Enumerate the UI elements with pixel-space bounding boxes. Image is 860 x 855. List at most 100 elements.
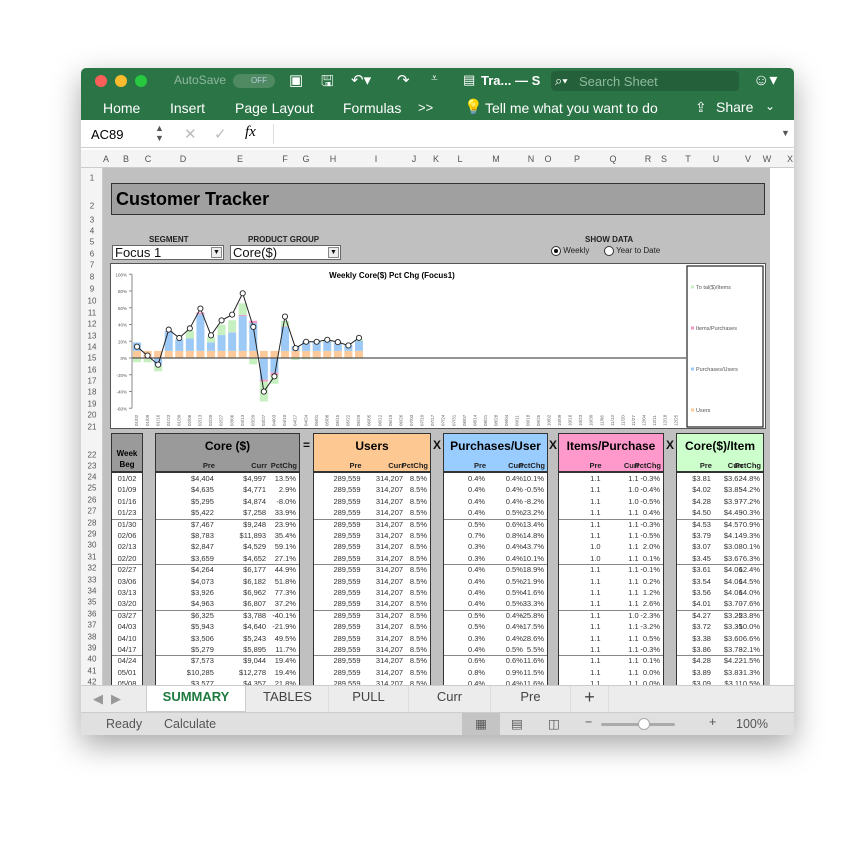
- table-cell[interactable]: 23.9%: [275, 520, 296, 529]
- table-cell[interactable]: 0.5%: [506, 599, 523, 608]
- table-cell[interactable]: $3.08: [724, 542, 743, 551]
- line-point[interactable]: [303, 338, 310, 345]
- week-cell[interactable]: 04/10: [112, 634, 142, 643]
- table-cell[interactable]: $3.07: [692, 542, 711, 551]
- week-cell[interactable]: 01/09: [112, 485, 142, 494]
- segment-dropdown[interactable]: Focus 1 ▼: [112, 245, 224, 260]
- line-point[interactable]: [133, 343, 141, 350]
- table-cell[interactable]: 51.8%: [275, 577, 296, 586]
- table-cell[interactable]: 289,559: [333, 634, 360, 643]
- table-cell[interactable]: 11.6%: [523, 656, 544, 665]
- table-cell[interactable]: $5,895: [243, 645, 266, 654]
- column-header-P[interactable]: P: [574, 154, 580, 164]
- table-cell[interactable]: 1.1: [590, 577, 600, 586]
- week-cell[interactable]: 03/27: [112, 611, 142, 620]
- save-icon[interactable]: 🖫: [321, 71, 334, 96]
- table-cell[interactable]: $5,422: [191, 508, 214, 517]
- sheet-tab-pull[interactable]: PULL: [329, 686, 409, 712]
- more-tabs-button[interactable]: >>: [418, 100, 433, 115]
- sheet-tab-pre[interactable]: Pre: [491, 686, 571, 712]
- worksheet[interactable]: Customer Tracker SEGMENT Focus 1 ▼ PRODUC…: [103, 168, 770, 685]
- table-cell[interactable]: $4,771: [243, 485, 266, 494]
- row-header-12[interactable]: 12: [81, 320, 103, 329]
- calculate-button[interactable]: Calculate: [164, 717, 216, 731]
- column-header-L[interactable]: L: [457, 154, 462, 164]
- autosave-toggle[interactable]: OFF: [233, 74, 275, 88]
- row-header-19[interactable]: 19: [81, 400, 103, 409]
- table-cell[interactable]: 1.1: [628, 645, 638, 654]
- table-cell[interactable]: 314,207: [376, 656, 403, 665]
- table-cell[interactable]: 0.1%: [643, 656, 660, 665]
- week-cell[interactable]: 03/13: [112, 588, 142, 597]
- row-header-14[interactable]: 14: [81, 343, 103, 352]
- table-cell[interactable]: 28.6%: [523, 634, 544, 643]
- week-cell[interactable]: 01/30: [112, 520, 142, 529]
- table-cell[interactable]: -0.5%: [524, 485, 544, 494]
- table-cell[interactable]: 1.1: [590, 520, 600, 529]
- table-cell[interactable]: 289,559: [333, 520, 360, 529]
- table-cell[interactable]: 0.5%: [506, 645, 523, 654]
- line-point[interactable]: [155, 361, 162, 368]
- row-header-21[interactable]: 21: [81, 423, 103, 432]
- table-cell[interactable]: 14.5%: [739, 577, 760, 586]
- table-cell[interactable]: 1.0: [590, 554, 600, 563]
- table-cell[interactable]: 1.1: [628, 588, 638, 597]
- column-header-N[interactable]: N: [528, 154, 535, 164]
- tab-page-layout[interactable]: Page Layout: [235, 100, 314, 116]
- table-cell[interactable]: 314,207: [376, 588, 403, 597]
- table-cell[interactable]: 314,207: [376, 668, 403, 677]
- table-cell[interactable]: 10.1%: [523, 554, 544, 563]
- table-cell[interactable]: 9.3%: [743, 531, 760, 540]
- column-header-M[interactable]: M: [492, 154, 500, 164]
- row-header-41[interactable]: 41: [81, 666, 103, 675]
- week-cell[interactable]: 05/01: [112, 668, 142, 677]
- table-cell[interactable]: 289,559: [333, 588, 360, 597]
- zoom-in-button[interactable]: +: [709, 715, 716, 729]
- zoom-slider[interactable]: [601, 718, 675, 730]
- column-header-A[interactable]: A: [103, 154, 109, 164]
- table-cell[interactable]: $4,264: [191, 565, 214, 574]
- row-header-36[interactable]: 36: [81, 609, 103, 618]
- table-cell[interactable]: 14.8%: [523, 531, 544, 540]
- week-cell[interactable]: 02/06: [112, 531, 142, 540]
- table-cell[interactable]: 0.4%: [506, 474, 523, 483]
- table-cell[interactable]: $4,652: [243, 554, 266, 563]
- table-cell[interactable]: 0.5%: [468, 611, 485, 620]
- table-cell[interactable]: 8.5%: [410, 645, 427, 654]
- table-cell[interactable]: 8.5%: [410, 668, 427, 677]
- table-cell[interactable]: 8.5%: [410, 622, 427, 631]
- table-cell[interactable]: 1.1: [628, 508, 638, 517]
- table-cell[interactable]: 314,207: [376, 634, 403, 643]
- table-cell[interactable]: 0.4%: [506, 554, 523, 563]
- table-cell[interactable]: -2.3%: [640, 611, 660, 620]
- row-header-29[interactable]: 29: [81, 530, 103, 539]
- column-header-Q[interactable]: Q: [609, 154, 616, 164]
- line-point[interactable]: [218, 317, 225, 324]
- table-cell[interactable]: $7,467: [191, 520, 214, 529]
- table-cell[interactable]: 11.5%: [523, 668, 544, 677]
- table-cell[interactable]: 1.1: [628, 520, 638, 529]
- table-cell[interactable]: 8.5%: [410, 588, 427, 597]
- row-header-7[interactable]: 7: [81, 261, 103, 270]
- table-cell[interactable]: 49.5%: [275, 634, 296, 643]
- table-cell[interactable]: 0.7%: [468, 531, 485, 540]
- tab-home[interactable]: Home: [103, 100, 140, 116]
- table-cell[interactable]: 289,559: [333, 645, 360, 654]
- table-cell[interactable]: 289,559: [333, 531, 360, 540]
- table-cell[interactable]: 12.4%: [739, 565, 760, 574]
- close-button[interactable]: [95, 75, 107, 87]
- week-cell[interactable]: 01/16: [112, 497, 142, 506]
- table-cell[interactable]: 289,559: [333, 668, 360, 677]
- table-cell[interactable]: -4.8%: [740, 474, 760, 483]
- normal-view-icon[interactable]: ▦: [462, 713, 500, 735]
- table-cell[interactable]: 0.4%: [506, 542, 523, 551]
- table-cell[interactable]: 1.1: [590, 474, 600, 483]
- table-cell[interactable]: 33.9%: [275, 508, 296, 517]
- week-cell[interactable]: 01/02: [112, 474, 142, 483]
- table-cell[interactable]: 2.6%: [643, 599, 660, 608]
- column-header-T[interactable]: T: [685, 154, 691, 164]
- table-cell[interactable]: $4,963: [191, 599, 214, 608]
- next-sheet-icon[interactable]: ▶: [111, 691, 121, 707]
- cancel-icon[interactable]: ✕: [184, 125, 197, 143]
- table-cell[interactable]: 8.5%: [410, 520, 427, 529]
